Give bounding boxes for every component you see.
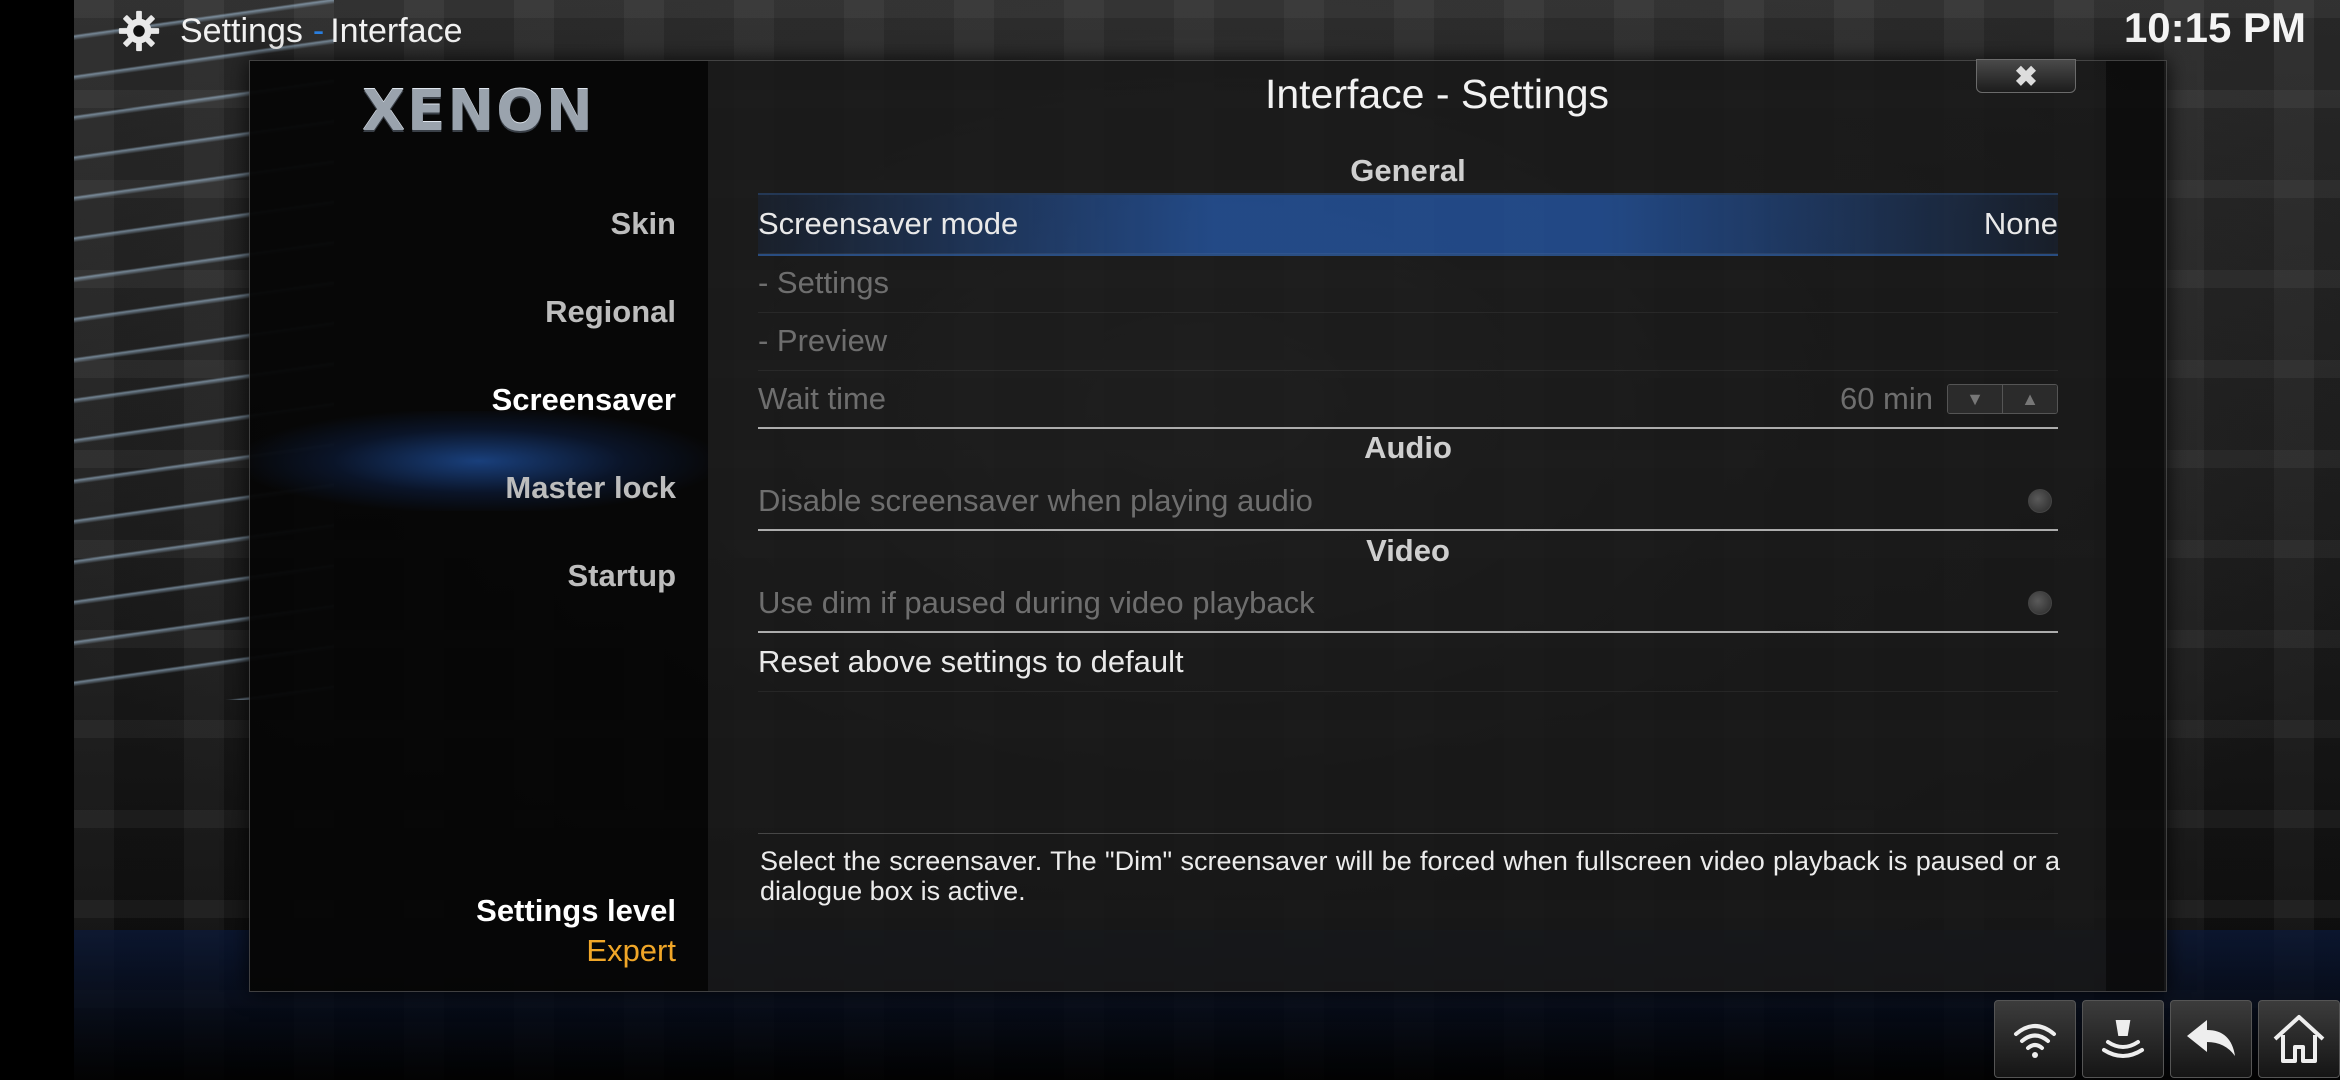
section-divider bbox=[758, 529, 2058, 531]
setting-label: Wait time bbox=[758, 381, 887, 416]
setting-description: Select the screensaver. The "Dim" screen… bbox=[760, 846, 2060, 906]
header-section: Settings bbox=[180, 11, 303, 50]
chevron-down-icon[interactable]: ▼ bbox=[1948, 385, 2002, 413]
setting-disable-screensaver-audio[interactable]: Disable screensaver when playing audio bbox=[758, 472, 2058, 531]
chevron-up-icon[interactable]: ▲ bbox=[2002, 385, 2057, 413]
setting-label: Disable screensaver when playing audio bbox=[758, 483, 1313, 518]
setting-screensaver-preview[interactable]: - Preview bbox=[758, 312, 2058, 371]
section-audio: Audio bbox=[1364, 430, 1452, 465]
section-divider bbox=[758, 427, 2058, 429]
home-button[interactable] bbox=[2258, 1000, 2340, 1078]
home-icon bbox=[2273, 1015, 2325, 1063]
wifi-icon bbox=[2014, 1024, 2056, 1058]
toggle-radio[interactable] bbox=[2028, 591, 2052, 615]
setting-use-dim-video[interactable]: Use dim if paused during video playback bbox=[758, 574, 2058, 633]
setting-label: - Preview bbox=[758, 323, 888, 358]
dialog-title: Interface - Settings bbox=[1264, 71, 1610, 117]
setting-label: Use dim if paused during video playback bbox=[758, 585, 1315, 620]
back-arrow-icon bbox=[2187, 1020, 2235, 1056]
setting-screensaver-settings[interactable]: - Settings bbox=[758, 254, 2058, 313]
section-video: Video bbox=[1366, 533, 1450, 568]
header-page: Interface bbox=[330, 11, 463, 50]
sidebar-item-screensaver[interactable]: Screensaver bbox=[492, 382, 676, 418]
setting-reset-defaults[interactable]: Reset above settings to default bbox=[758, 633, 2058, 692]
setting-screensaver-mode[interactable]: Screensaver mode None bbox=[758, 195, 2058, 254]
bottom-toolbar bbox=[1994, 1000, 2340, 1078]
wait-time-spinner[interactable]: ▼ ▲ bbox=[1947, 384, 2058, 414]
header-separator: - bbox=[312, 11, 325, 50]
settings-level-value[interactable]: Expert bbox=[586, 933, 676, 969]
sound-waves-icon bbox=[2102, 1020, 2144, 1058]
setting-value: None bbox=[1983, 206, 2058, 241]
settings-dialog: XENON Skin Regional Screensaver Master l… bbox=[249, 59, 2167, 992]
sidebar-item-startup[interactable]: Startup bbox=[568, 558, 677, 594]
header-breadcrumb: Settings - Interface bbox=[116, 6, 463, 56]
xenon-logo: XENON bbox=[362, 79, 595, 144]
setting-label: Reset above settings to default bbox=[758, 644, 1184, 679]
section-general: General bbox=[1350, 153, 1466, 188]
sidebar-item-regional[interactable]: Regional bbox=[545, 294, 676, 330]
scrollbar-track bbox=[2106, 61, 2164, 991]
setting-label: Screensaver mode bbox=[758, 206, 1019, 241]
back-button[interactable] bbox=[2170, 1000, 2252, 1078]
sound-button[interactable] bbox=[2082, 1000, 2164, 1078]
description-separator bbox=[758, 833, 2058, 834]
setting-value: 60 min bbox=[1839, 381, 1933, 416]
gear-icon bbox=[118, 10, 160, 52]
sidebar: XENON Skin Regional Screensaver Master l… bbox=[250, 61, 708, 991]
setting-wait-time[interactable]: Wait time 60 min ▼ ▲ bbox=[758, 370, 2058, 429]
settings-level-label[interactable]: Settings level bbox=[476, 893, 676, 929]
toggle-radio[interactable] bbox=[2028, 489, 2052, 513]
wifi-button[interactable] bbox=[1994, 1000, 2076, 1078]
clock: 10:15 PM bbox=[2123, 4, 2306, 51]
sidebar-item-skin[interactable]: Skin bbox=[611, 206, 676, 242]
setting-label: - Settings bbox=[758, 265, 889, 300]
sidebar-item-master-lock[interactable]: Master lock bbox=[505, 470, 676, 506]
